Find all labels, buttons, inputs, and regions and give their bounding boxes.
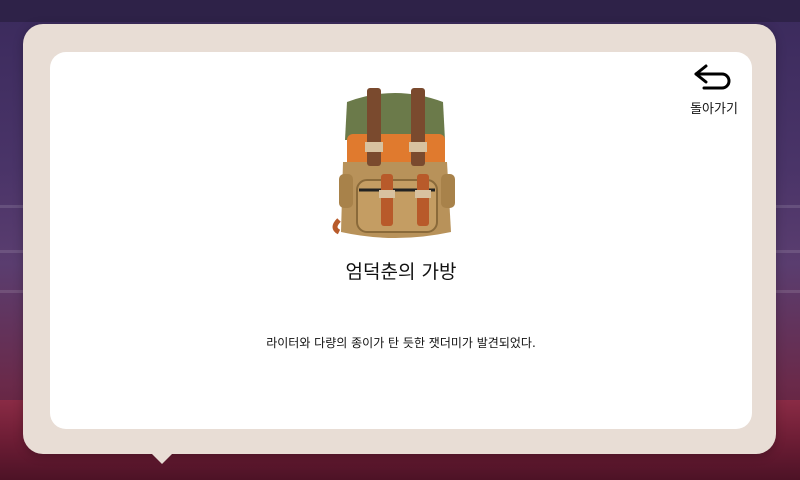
item-name: 엄덕춘의 가방	[345, 261, 457, 283]
back-label: 돌아가기	[690, 102, 738, 117]
back-button[interactable]: 돌아가기	[684, 62, 744, 122]
item-description: 라이터와 다량의 종이가 탄 듯한 잿더미가 발견되었다.	[266, 336, 536, 350]
return-arrow-icon	[694, 64, 731, 90]
background-ceiling	[0, 0, 800, 22]
item-detail-card: 돌아가기 엄덕춘의 가방 라이터와 다량의 종이가 탄 듯한 잿더미가 발견되었…	[50, 52, 752, 429]
dialog-pointer	[150, 452, 174, 464]
item-detail-dialog: 돌아가기 엄덕춘의 가방 라이터와 다량의 종이가 탄 듯한 잿더미가 발견되었…	[23, 24, 776, 454]
backpack-icon	[325, 82, 465, 247]
